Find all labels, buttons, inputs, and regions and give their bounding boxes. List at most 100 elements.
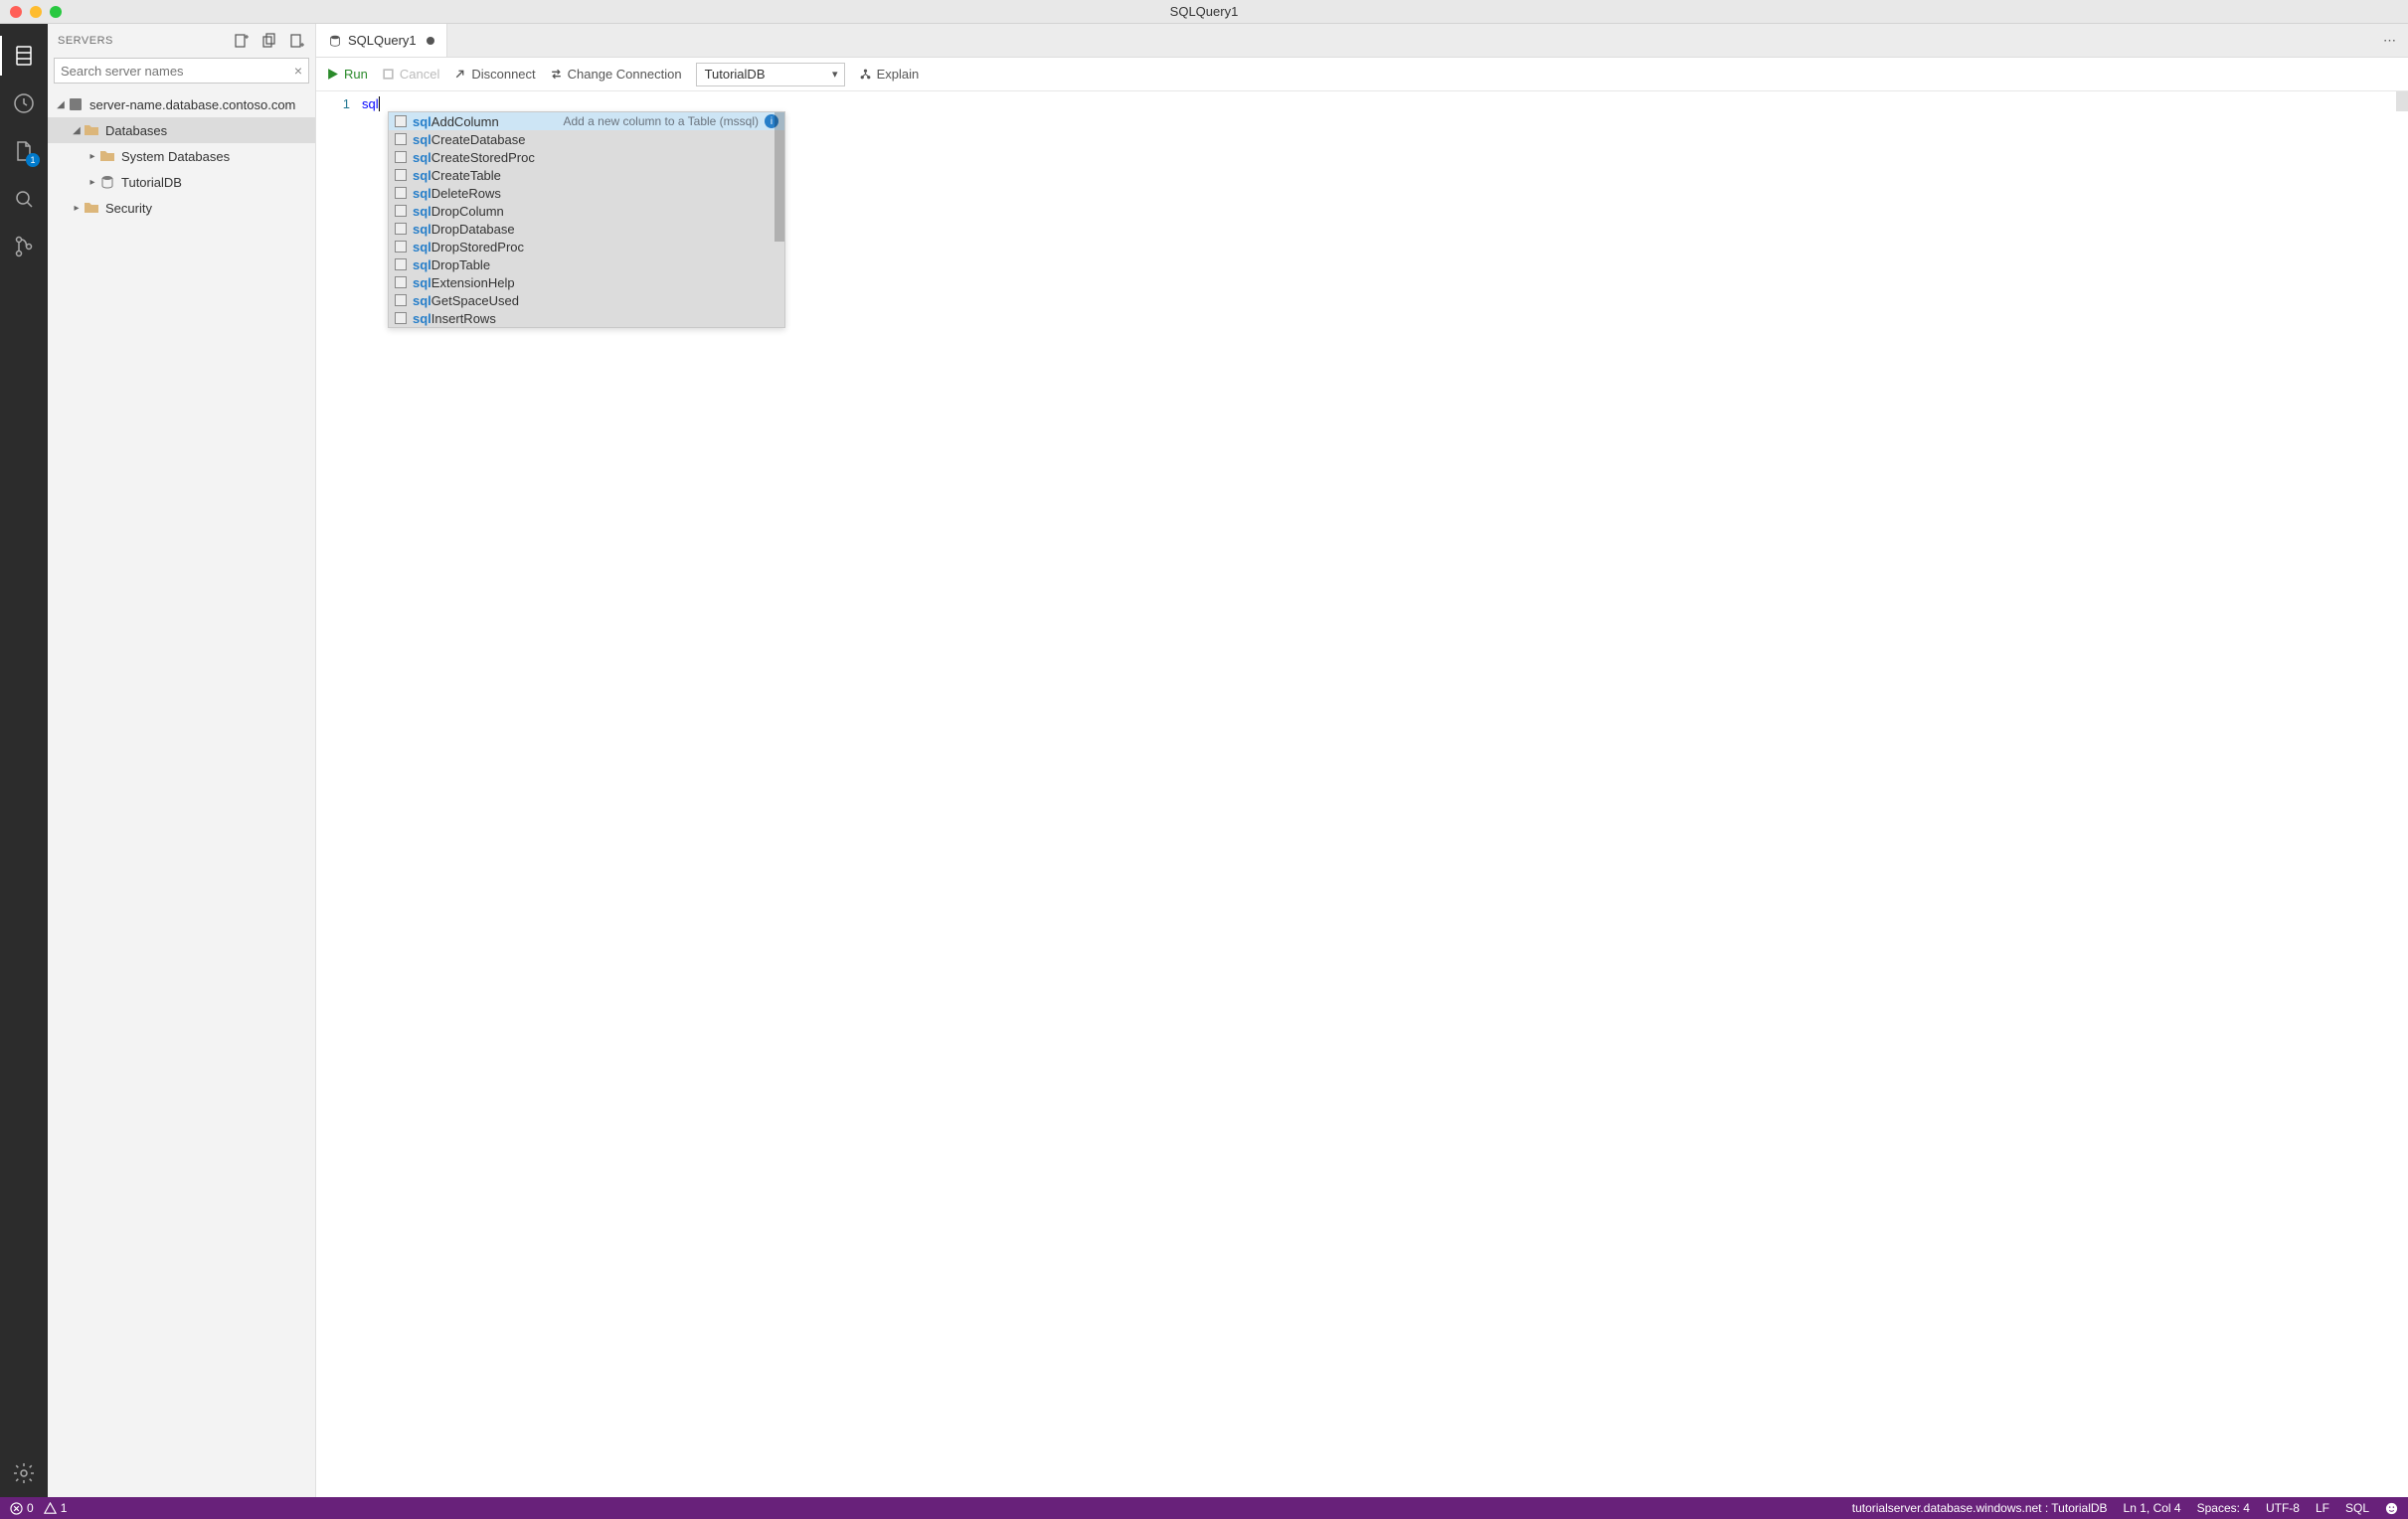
snippet-icon xyxy=(395,151,407,163)
intellisense-item[interactable]: sqlDropColumn xyxy=(389,202,784,220)
editor-group: SQLQuery1 ⋯ Run Cancel Disconnect Change… xyxy=(316,24,2408,1497)
intellisense-scrollbar[interactable] xyxy=(774,112,784,242)
system-databases-label: System Databases xyxy=(121,149,230,164)
new-connection-icon[interactable] xyxy=(234,33,250,49)
intellisense-label: sqlDropStoredProc xyxy=(413,240,778,254)
security-label: Security xyxy=(105,201,152,216)
twisty-collapsed-icon: ▸ xyxy=(86,177,99,188)
server-icon xyxy=(68,96,84,112)
databases-node[interactable]: ◢ Databases xyxy=(48,117,315,143)
editor-gutter: 1 xyxy=(316,91,362,1497)
twisty-collapsed-icon: ▸ xyxy=(70,203,84,214)
tree-icon xyxy=(859,68,872,81)
databases-label: Databases xyxy=(105,123,167,138)
system-databases-node[interactable]: ▸ System Databases xyxy=(48,143,315,169)
intellisense-label: sqlDeleteRows xyxy=(413,186,778,201)
error-icon xyxy=(10,1502,23,1515)
snippet-icon xyxy=(395,115,407,127)
editor-more-actions[interactable]: ⋯ xyxy=(2371,24,2408,57)
status-bar: 0 1 tutorialserver.database.windows.net … xyxy=(0,1497,2408,1519)
intellisense-item[interactable]: sqlDropTable xyxy=(389,255,784,273)
intellisense-item[interactable]: sqlDeleteRows xyxy=(389,184,784,202)
intellisense-item[interactable]: sqlGetSpaceUsed xyxy=(389,291,784,309)
code-text: sql xyxy=(362,96,379,111)
play-icon xyxy=(326,68,339,81)
intellisense-item[interactable]: sqlExtensionHelp xyxy=(389,273,784,291)
activity-settings[interactable] xyxy=(0,1449,48,1497)
change-connection-button[interactable]: Change Connection xyxy=(550,67,682,82)
activity-bar: 1 xyxy=(0,24,48,1497)
collapse-all-icon[interactable] xyxy=(289,33,305,49)
status-eol[interactable]: LF xyxy=(2316,1501,2329,1515)
code-editor[interactable]: 1 sql sqlAddColumnAdd a new column to a … xyxy=(316,91,2408,1497)
clear-search-icon[interactable]: × xyxy=(294,63,302,79)
disconnect-button[interactable]: Disconnect xyxy=(453,67,535,82)
servers-tree: ◢ server-name.database.contoso.com ◢ Dat… xyxy=(48,89,315,1497)
folder-icon xyxy=(84,200,99,216)
server-node[interactable]: ◢ server-name.database.contoso.com xyxy=(48,91,315,117)
twisty-expanded-icon: ◢ xyxy=(54,99,68,110)
twisty-collapsed-icon: ▸ xyxy=(86,151,99,162)
intellisense-popup: sqlAddColumnAdd a new column to a Table … xyxy=(388,111,785,328)
status-cursor-position[interactable]: Ln 1, Col 4 xyxy=(2124,1501,2181,1515)
snippet-icon xyxy=(395,205,407,217)
close-window-button[interactable] xyxy=(10,6,22,18)
snippet-icon xyxy=(395,312,407,324)
activity-explorer[interactable]: 1 xyxy=(0,127,48,175)
database-selector[interactable]: TutorialDB xyxy=(696,63,845,86)
database-selected-label: TutorialDB xyxy=(705,67,766,82)
activity-search[interactable] xyxy=(0,175,48,223)
status-feedback[interactable] xyxy=(2385,1502,2398,1515)
server-search-input[interactable] xyxy=(61,64,294,79)
snippet-icon xyxy=(395,223,407,235)
server-label: server-name.database.contoso.com xyxy=(89,97,295,112)
database-icon xyxy=(99,174,115,190)
intellisense-label: sqlCreateDatabase xyxy=(413,132,778,147)
run-button[interactable]: Run xyxy=(326,67,368,82)
security-node[interactable]: ▸ Security xyxy=(48,195,315,221)
intellisense-label: sqlCreateStoredProc xyxy=(413,150,778,165)
window-controls xyxy=(0,6,62,18)
explorer-badge: 1 xyxy=(26,153,40,167)
snippet-icon xyxy=(395,133,407,145)
smiley-icon xyxy=(2385,1502,2398,1515)
intellisense-label: sqlAddColumn xyxy=(413,114,547,129)
status-connection[interactable]: tutorialserver.database.windows.net : Tu… xyxy=(1852,1501,2108,1515)
intellisense-item[interactable]: sqlInsertRows xyxy=(389,309,784,327)
activity-servers[interactable] xyxy=(0,32,48,80)
intellisense-label: sqlDropDatabase xyxy=(413,222,778,237)
tutorialdb-node[interactable]: ▸ TutorialDB xyxy=(48,169,315,195)
status-encoding[interactable]: UTF-8 xyxy=(2266,1501,2300,1515)
stop-icon xyxy=(382,68,395,81)
maximize-window-button[interactable] xyxy=(50,6,62,18)
new-group-icon[interactable] xyxy=(261,33,277,49)
tutorialdb-label: TutorialDB xyxy=(121,175,182,190)
activity-history[interactable] xyxy=(0,80,48,127)
snippet-icon xyxy=(395,276,407,288)
server-search-box[interactable]: × xyxy=(54,58,309,84)
intellisense-item[interactable]: sqlCreateStoredProc xyxy=(389,148,784,166)
status-indentation[interactable]: Spaces: 4 xyxy=(2197,1501,2250,1515)
intellisense-item[interactable]: sqlDropStoredProc xyxy=(389,238,784,255)
intellisense-item[interactable]: sqlCreateDatabase xyxy=(389,130,784,148)
overview-ruler[interactable] xyxy=(2396,91,2408,111)
database-file-icon xyxy=(328,34,342,48)
explain-button[interactable]: Explain xyxy=(859,67,920,82)
text-cursor xyxy=(379,96,380,111)
minimize-window-button[interactable] xyxy=(30,6,42,18)
intellisense-item[interactable]: sqlCreateTable xyxy=(389,166,784,184)
snippet-icon xyxy=(395,187,407,199)
status-errors[interactable]: 0 xyxy=(10,1501,34,1515)
folder-icon xyxy=(84,122,99,138)
warning-icon xyxy=(44,1502,57,1515)
activity-source-control[interactable] xyxy=(0,223,48,270)
intellisense-item[interactable]: sqlAddColumnAdd a new column to a Table … xyxy=(389,112,784,130)
status-warnings[interactable]: 1 xyxy=(44,1501,68,1515)
intellisense-item[interactable]: sqlDropDatabase xyxy=(389,220,784,238)
tab-sqlquery1[interactable]: SQLQuery1 xyxy=(316,24,447,57)
snippet-icon xyxy=(395,258,407,270)
titlebar: SQLQuery1 xyxy=(0,0,2408,24)
cancel-button: Cancel xyxy=(382,67,439,82)
status-language[interactable]: SQL xyxy=(2345,1501,2369,1515)
snippet-icon xyxy=(395,294,407,306)
